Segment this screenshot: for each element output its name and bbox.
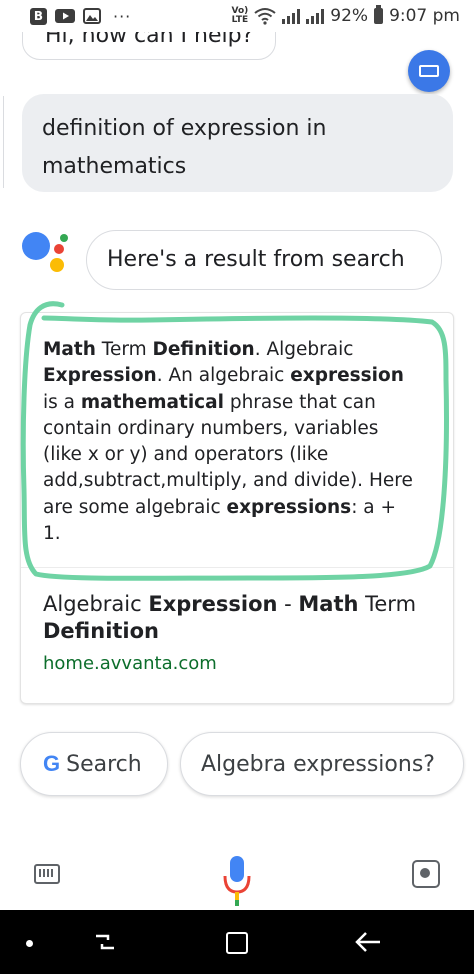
keyboard-icon <box>419 65 439 77</box>
volte-bottom: LTE <box>231 15 249 25</box>
image-icon <box>83 8 101 24</box>
signal-icon-2 <box>306 8 325 24</box>
snippet-segment: expression <box>290 365 404 387</box>
algebra-chip-label: Algebra expressions? <box>201 751 435 777</box>
snippet-segment: expressions <box>226 496 352 518</box>
overflow-icon: ··· <box>113 6 132 26</box>
status-bar: B ··· Vo) LTE 92% 9:07 pm <box>0 0 474 32</box>
home-button-icon[interactable] <box>226 932 248 954</box>
search-result-card[interactable]: Math Term Definition. Algebraic Expressi… <box>20 312 454 704</box>
keyboard-toggle-button[interactable] <box>408 50 450 92</box>
snippet-segment: Term <box>95 339 153 360</box>
left-edge-divider <box>0 96 4 188</box>
battery-icon <box>374 5 384 24</box>
result-title-segment: Algebraic <box>43 592 149 616</box>
assistant-reply-bubble: Here's a result from search <box>86 230 442 290</box>
snippet-segment: . An algebraic <box>156 365 291 387</box>
snippet-segment: Expression <box>43 365 157 387</box>
algebra-expressions-chip[interactable]: Algebra expressions? <box>180 732 464 796</box>
lens-icon[interactable] <box>412 860 440 888</box>
signal-icon <box>282 8 301 24</box>
snippet-segment: Math <box>43 339 96 360</box>
result-title-segment: Expression <box>148 592 278 616</box>
snippet-segment: Definition <box>152 339 255 360</box>
card-divider <box>21 567 453 568</box>
user-query-bubble: definition of expression in mathematics <box>22 94 453 192</box>
search-chip[interactable]: G Search <box>20 732 168 796</box>
search-chip-label: Search <box>66 751 142 777</box>
google-assistant-logo-icon <box>22 232 72 280</box>
microphone-icon[interactable] <box>222 854 252 908</box>
wifi-icon <box>254 8 276 25</box>
result-title-segment: Math <box>298 592 359 616</box>
nav-dot-icon <box>26 940 33 947</box>
battery-percent: 92% <box>330 6 369 26</box>
result-title-segment: Term <box>358 592 417 616</box>
keyboard-icon[interactable] <box>34 864 60 884</box>
youtube-icon <box>55 9 75 23</box>
assistant-reply-text: Here's a result from search <box>107 247 405 272</box>
recent-apps-icon[interactable] <box>92 932 118 952</box>
volte-icon: Vo) LTE <box>231 7 248 25</box>
result-title-segment: Definition <box>43 619 160 643</box>
result-url[interactable]: home.avvanta.com <box>43 653 217 674</box>
result-snippet: Math Term Definition. Algebraic Expressi… <box>43 337 413 547</box>
assistant-input-bar <box>0 838 474 910</box>
b-app-icon: B <box>30 7 47 25</box>
snippet-segment: . Algebraic <box>254 339 354 360</box>
clock: 9:07 pm <box>389 6 460 26</box>
status-left: B ··· <box>30 7 131 26</box>
user-query-text: definition of expression in mathematics <box>42 116 327 179</box>
snippet-segment: is a <box>43 391 81 413</box>
back-arrow-icon[interactable] <box>354 930 382 954</box>
result-title-link[interactable]: Algebraic Expression - Math Term Definit… <box>43 591 423 645</box>
result-title-segment: - <box>277 592 299 616</box>
status-right: Vo) LTE 92% 9:07 pm <box>231 5 460 26</box>
google-g-icon: G <box>43 751 61 776</box>
snippet-segment: mathematical <box>80 391 224 413</box>
system-nav-bar <box>0 910 474 974</box>
